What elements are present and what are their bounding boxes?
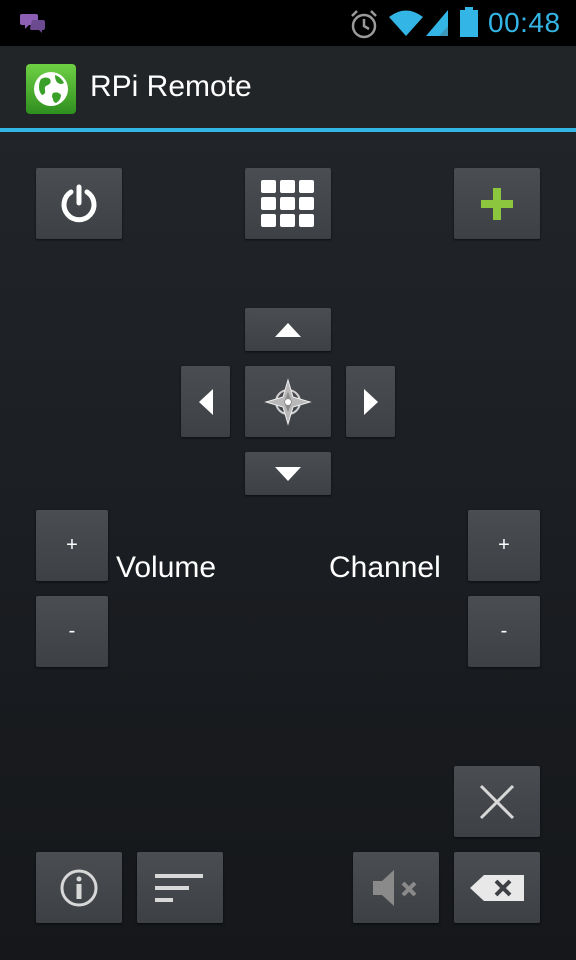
power-icon xyxy=(61,184,97,222)
grid-icon xyxy=(261,179,314,227)
compass-icon xyxy=(264,377,312,426)
volume-label: Volume xyxy=(116,551,217,584)
dpad-right-button[interactable] xyxy=(346,366,395,437)
arrow-down-icon xyxy=(275,466,301,481)
backspace-icon xyxy=(470,874,524,901)
mute-button[interactable] xyxy=(353,852,439,923)
channel-label: Channel xyxy=(329,551,441,584)
power-button[interactable] xyxy=(36,168,122,239)
dpad-left-button[interactable] xyxy=(181,366,230,437)
channel-up-label: + xyxy=(498,534,510,556)
dpad-up-button[interactable] xyxy=(245,308,331,351)
channel-down-label: - xyxy=(500,620,508,642)
status-bar: 00:48 xyxy=(0,0,576,46)
plus-icon xyxy=(481,187,513,220)
backspace-button[interactable] xyxy=(454,852,540,923)
signal-icon xyxy=(426,10,448,36)
action-bar: RPi Remote xyxy=(0,46,576,132)
info-icon xyxy=(60,869,98,906)
channel-down-button[interactable]: - xyxy=(468,596,540,667)
alarm-icon xyxy=(351,10,377,39)
arrow-right-icon xyxy=(363,388,378,415)
close-button[interactable] xyxy=(454,766,540,837)
volume-down-button[interactable]: - xyxy=(36,596,108,667)
info-button[interactable] xyxy=(36,852,122,923)
channel-up-button[interactable]: + xyxy=(468,510,540,581)
subtitles-button[interactable] xyxy=(137,852,223,923)
arrow-up-icon xyxy=(275,322,301,337)
volume-up-button[interactable]: + xyxy=(36,510,108,581)
chat-notification-icon xyxy=(20,14,45,33)
menu-grid-button[interactable] xyxy=(245,168,331,239)
wifi-icon xyxy=(389,10,423,36)
dpad-center-button[interactable] xyxy=(245,366,331,437)
x-icon xyxy=(479,784,515,819)
clock-time: 00:48 xyxy=(488,7,561,38)
volume-down-label: - xyxy=(68,620,76,642)
arrow-left-icon xyxy=(198,388,213,415)
lines-icon xyxy=(155,873,203,902)
dpad-down-button[interactable] xyxy=(245,452,331,495)
mute-icon xyxy=(373,869,417,906)
globe-icon[interactable] xyxy=(25,63,77,115)
battery-icon xyxy=(460,7,478,37)
volume-up-label: + xyxy=(66,534,78,556)
app-title: RPi Remote xyxy=(90,70,252,103)
add-button[interactable] xyxy=(454,168,540,239)
